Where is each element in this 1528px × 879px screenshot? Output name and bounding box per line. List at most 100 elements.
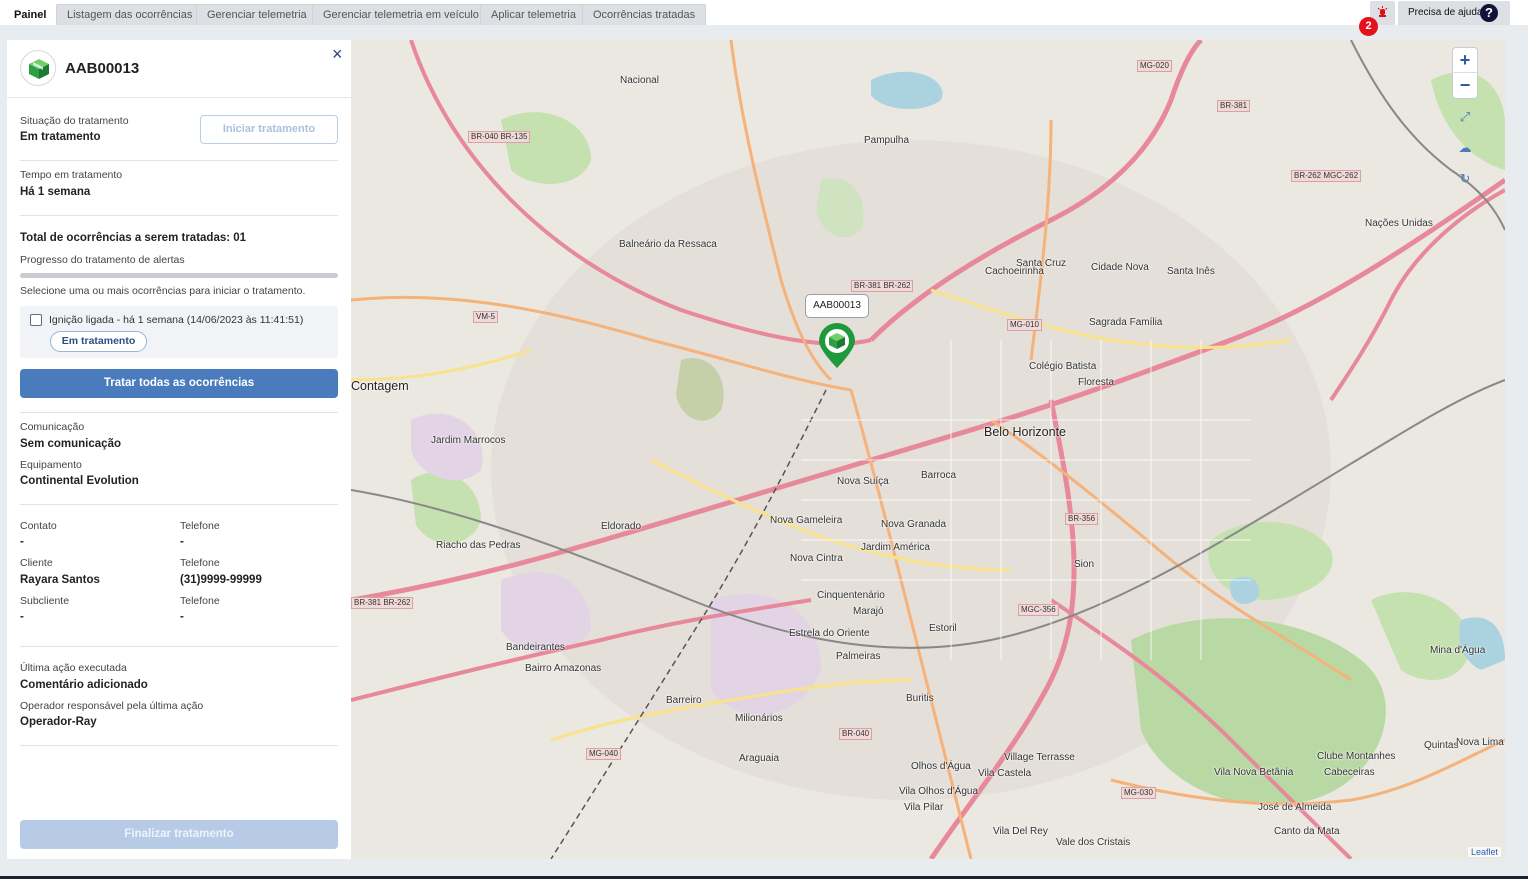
place-label: Bairro Amazonas [525,663,602,674]
occurrence-status-badge[interactable]: Em tratamento [50,331,147,352]
equipment-value: Continental Evolution [20,475,139,487]
operator-value: Operador-Ray [20,716,97,728]
occurrence-text: Ignição ligada - há 1 semana (14/06/2023… [49,314,304,326]
subclient-phone-value: - [180,611,184,623]
progress-label: Progresso do tratamento de alertas [20,254,185,266]
place-label: Estrela do Oriente [789,628,870,639]
subclient-label: Subcliente [20,595,70,607]
road-shield: BR-381 BR-262 [351,597,414,609]
road-shield: VM-5 [473,311,499,323]
zoom-out-button[interactable]: − [1453,73,1477,98]
place-label: Palmeiras [836,651,881,662]
place-label: Barroca [921,470,957,481]
place-label: Nova Suíça [837,476,889,487]
divider [20,504,338,505]
map-base-layer [351,40,1505,859]
place-label: Village Terrasse [1004,752,1075,763]
road-shield: BR-356 [1065,513,1099,525]
place-label: Estoril [929,623,957,634]
client-phone-label: Telefone [180,557,220,569]
road-shield: BR-262 MGC-262 [1291,170,1362,182]
place-label: Marajó [853,606,884,617]
tab-ocorrencias-tratadas[interactable]: Ocorrências tratadas [582,4,707,25]
place-label: Contagem [351,379,409,393]
place-label: Vila Pilar [904,802,944,813]
place-label: Jardim América [861,542,930,553]
road-shield: BR-040 [839,728,873,740]
road-shield: MGC-356 [1018,604,1059,616]
road-shield: MG-010 [1007,319,1042,331]
vehicle-plate: AAB00013 [65,60,140,77]
truck-box-icon [29,59,49,79]
zoom-in-button[interactable]: + [1453,48,1477,73]
operator-label: Operador responsável pela última ação [20,700,204,712]
place-label: Bandeirantes [506,642,565,653]
place-label: Cinquentenário [817,590,885,601]
divider [20,412,338,413]
tab-bar: Painel Listagem das ocorrências Gerencia… [0,0,1528,25]
close-icon[interactable]: × [332,44,343,65]
place-label: Cabeceiras [1324,767,1375,778]
contact-phone-value: - [180,536,184,548]
treat-all-button[interactable]: Tratar todas as ocorrências [20,369,338,398]
map-attribution[interactable]: Leaflet [1467,847,1501,857]
situation-label: Situação do tratamento [20,115,129,127]
place-label: Santa Inês [1167,266,1215,277]
map-view[interactable]: Nacional Pampulha Santa Cruz Nações Unid… [351,40,1505,859]
place-label: Pampulha [864,135,910,146]
road-shield: BR-381 [1217,100,1251,112]
place-label: Sagrada Família [1089,317,1163,328]
total-occurrences: Total de ocorrências a serem tratadas: 0… [20,232,247,244]
divider [20,745,338,746]
treatment-panel: AAB00013 × Situação do tratamento Em tra… [7,40,351,859]
subclient-value: - [20,611,24,623]
place-label: Cidade Nova [1091,262,1149,273]
place-label: José de Almeida [1258,802,1332,813]
select-hint: Selecione uma ou mais ocorrências para i… [20,285,306,297]
place-label: Cachoeirinha [985,266,1044,277]
place-label: Araguaia [739,753,780,764]
place-label: Olhos d'Água [911,761,971,772]
client-value: Rayara Santos [20,574,100,586]
communication-label: Comunicação [20,421,85,433]
place-label: Nova Cintra [790,553,843,564]
tab-listagem-ocorrencias[interactable]: Listagem das ocorrências [56,4,204,25]
road-shield: MG-020 [1137,60,1172,72]
divider [20,160,338,161]
fullscreen-icon[interactable]: ⤢ [1456,108,1474,126]
occurrence-item: Ignição ligada - há 1 semana (14/06/2023… [20,306,338,358]
place-label: Milionários [735,713,783,724]
time-value: Há 1 semana [20,186,91,198]
contact-label: Contato [20,520,57,532]
place-label: Nacional [620,75,659,86]
finish-treatment-button[interactable]: Finalizar tratamento [20,820,338,849]
tab-painel[interactable]: Painel [3,4,58,25]
time-label: Tempo em tratamento [20,169,123,181]
start-treatment-button[interactable]: Iniciar tratamento [200,115,338,144]
vehicle-marker-icon[interactable] [816,322,858,370]
divider [20,215,338,216]
siren-icon [1377,6,1388,17]
place-label: Belo Horizonte [984,425,1066,439]
tab-aplicar-telemetria[interactable]: Aplicar telemetria [480,4,587,25]
place-label: Vila Castela [978,768,1032,779]
help-button[interactable]: Precisa de ajuda? ? [1398,1,1510,25]
client-label: Cliente [20,557,53,569]
help-icon: ? [1480,4,1498,22]
place-label: Jardim Marrocos [431,435,506,446]
alert-cloud-icon[interactable]: ☁ [1456,139,1474,157]
tab-gerenciar-telemetria-veiculo[interactable]: Gerenciar telemetria em veículo [312,4,490,25]
last-action-label: Última ação executada [20,662,127,674]
place-label: Sion [1074,559,1095,570]
tab-gerenciar-telemetria[interactable]: Gerenciar telemetria [196,4,318,25]
place-label: Vale dos Cristais [1056,837,1131,848]
zoom-control: + − [1452,47,1478,99]
place-label: Balneário da Ressaca [619,239,717,250]
place-label: Floresta [1078,377,1115,388]
place-label: Quintas [1424,740,1459,751]
place-label: Nova Lima [1456,737,1504,748]
refresh-icon[interactable]: ↻ [1456,170,1474,188]
occurrence-checkbox[interactable] [30,314,42,326]
road-shield: MG-030 [1121,787,1156,799]
road-shield: BR-040 BR-135 [468,131,531,143]
